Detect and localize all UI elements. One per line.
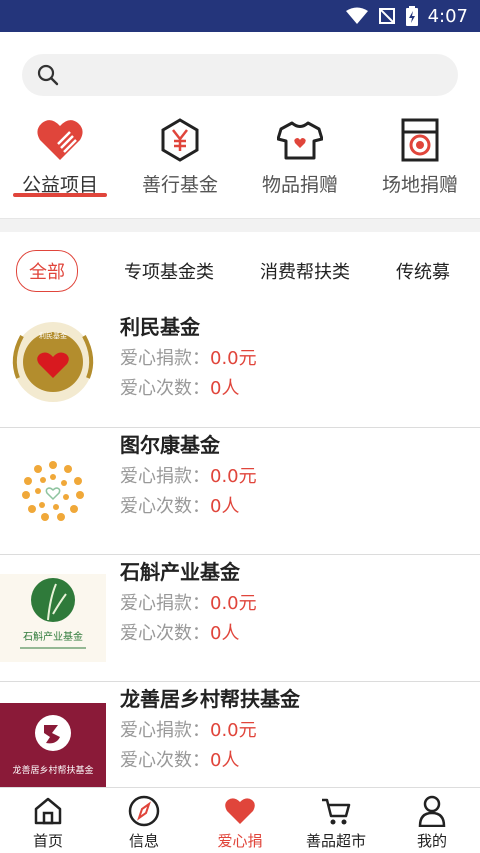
donation-label: 爱心捐款： xyxy=(120,466,210,487)
list-item[interactable]: 利民基金 利民基金 爱心捐款：0.0元 爱心次数：0人 xyxy=(0,310,480,428)
donation-count: 0人 xyxy=(210,623,240,644)
donation-label: 爱心捐款： xyxy=(120,720,210,741)
donation-count: 0人 xyxy=(210,496,240,517)
nav-info[interactable]: 信息 xyxy=(96,788,192,853)
category-venue-donation[interactable]: 场地捐赠 xyxy=(360,110,480,220)
donation-label: 爱心捐款： xyxy=(120,593,210,614)
count-label: 爱心次数： xyxy=(120,496,210,517)
cart-icon xyxy=(319,794,353,828)
logo-text: 利民基金 xyxy=(39,331,67,340)
fund-name: 石斛产业基金 xyxy=(120,560,240,584)
fund-logo: 利民基金 xyxy=(0,318,106,406)
donation-amount: 0.0元 xyxy=(210,348,257,369)
list-item[interactable]: 石斛产业基金 石斛产业基金 爱心捐款：0.0元 爱心次数：0人 xyxy=(0,555,480,682)
nav-home[interactable]: 首页 xyxy=(0,788,96,853)
donation-amount: 0.0元 xyxy=(210,593,257,614)
venue-icon xyxy=(396,116,444,164)
category-tabs: 公益项目 善行基金 物品捐赠 场地捐赠 xyxy=(0,110,480,220)
filter-tabs: 全部 专项基金类 消费帮扶类 传统募 xyxy=(0,232,480,310)
filter-tab-special-fund[interactable]: 专项基金类 xyxy=(124,258,214,284)
no-signal-icon xyxy=(378,8,395,24)
bottom-nav: 首页 信息 爱心捐 善品超市 我的 xyxy=(0,787,480,853)
count-label: 爱心次数： xyxy=(120,378,210,399)
fund-logo: 龙善居乡村帮扶基金 xyxy=(0,703,106,791)
category-label: 场地捐赠 xyxy=(381,174,458,196)
fund-name: 利民基金 xyxy=(120,315,200,339)
fund-name: 图尔康基金 xyxy=(120,433,220,457)
donation-amount: 0.0元 xyxy=(210,720,257,741)
nav-label: 我的 xyxy=(416,832,447,850)
category-charity-projects[interactable]: 公益项目 xyxy=(0,110,120,220)
filter-tab-consumption-aid[interactable]: 消费帮扶类 xyxy=(260,258,350,284)
shirt-icon xyxy=(276,116,324,164)
user-icon xyxy=(415,794,449,828)
nav-label: 首页 xyxy=(32,832,63,850)
logo-text: 石斛产业基金 xyxy=(23,630,83,643)
nav-label: 信息 xyxy=(128,832,159,850)
nav-label: 善品超市 xyxy=(305,832,366,850)
count-label: 爱心次数： xyxy=(120,623,210,644)
search-input[interactable] xyxy=(68,65,428,85)
active-tab-indicator xyxy=(13,193,107,197)
category-label: 善行基金 xyxy=(141,174,218,196)
list-item[interactable]: 图尔康基金 爱心捐款：0.0元 爱心次数：0人 xyxy=(0,428,480,555)
count-label: 爱心次数： xyxy=(120,750,210,771)
filter-tab-traditional[interactable]: 传统募 xyxy=(396,258,450,284)
fund-list: 利民基金 利民基金 爱心捐款：0.0元 爱心次数：0人 图尔康基金 爱心捐款：0… xyxy=(0,310,480,809)
heart-icon xyxy=(223,794,257,828)
donation-count: 0人 xyxy=(210,750,240,771)
nav-label: 爱心捐 xyxy=(217,832,263,850)
nav-store[interactable]: 善品超市 xyxy=(288,788,384,853)
fund-name: 龙善居乡村帮扶基金 xyxy=(120,687,300,711)
search-icon xyxy=(37,64,59,86)
fund-logo: 石斛产业基金 xyxy=(0,574,106,662)
logo-text: 龙善居乡村帮扶基金 xyxy=(12,764,93,776)
yen-hexagon-icon xyxy=(156,116,204,164)
status-time: 4:07 xyxy=(427,5,468,27)
status-bar: 4:07 xyxy=(0,0,480,32)
nav-profile[interactable]: 我的 xyxy=(384,788,480,853)
category-label: 物品捐赠 xyxy=(261,174,338,196)
category-charity-fund[interactable]: 善行基金 xyxy=(120,110,240,220)
wifi-icon xyxy=(345,7,368,24)
donation-count: 0人 xyxy=(210,378,240,399)
heart-icon xyxy=(36,116,84,164)
battery-icon xyxy=(405,6,418,26)
donation-amount: 0.0元 xyxy=(210,466,257,487)
donation-label: 爱心捐款： xyxy=(120,348,210,369)
search-bar[interactable] xyxy=(22,54,458,96)
category-goods-donation[interactable]: 物品捐赠 xyxy=(240,110,360,220)
filter-tab-all[interactable]: 全部 xyxy=(16,250,78,292)
compass-icon xyxy=(127,794,161,828)
nav-donate[interactable]: 爱心捐 xyxy=(192,788,288,853)
section-divider xyxy=(0,218,480,232)
fund-logo xyxy=(0,447,106,535)
home-icon xyxy=(31,794,65,828)
